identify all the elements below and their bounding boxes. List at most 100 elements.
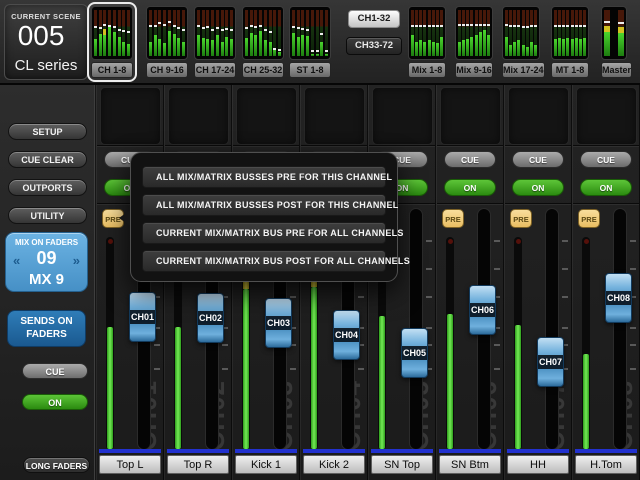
- meter-block-ch-1-8[interactable]: CH 1-8: [87, 2, 137, 82]
- channel-display-panel[interactable]: [168, 87, 229, 145]
- fader-handle[interactable]: CH04: [333, 310, 360, 360]
- popup-item-1[interactable]: ALL MIX/MATRIX BUSSES PRE FOR THIS CHANN…: [142, 166, 386, 188]
- pre-badge[interactable]: PRE: [510, 209, 532, 228]
- channel-display-panel[interactable]: [372, 87, 433, 145]
- meter-bar-fill: [221, 42, 224, 56]
- sidebar-on-button[interactable]: ON: [22, 394, 88, 410]
- meter-block-label[interactable]: CH 9-16: [146, 62, 188, 78]
- pre-badge[interactable]: PRE: [442, 209, 464, 228]
- meter-bar-fill: [94, 39, 97, 56]
- channel-name-label[interactable]: Top L: [99, 455, 161, 474]
- meter-bar: [320, 10, 323, 56]
- meter-block-st-1-8[interactable]: ST 1-8: [285, 2, 335, 82]
- meter-block-ch-17-24[interactable]: CH 17-24: [190, 2, 240, 82]
- meter-bar-fill: [522, 45, 525, 56]
- fader-track[interactable]: [613, 208, 627, 450]
- meter-block-label[interactable]: CH 17-24: [194, 62, 236, 78]
- on-button[interactable]: ON: [512, 179, 564, 196]
- fader-tick: [426, 240, 432, 242]
- sidebar-cue-button[interactable]: CUE: [22, 363, 88, 379]
- meter-block-label[interactable]: CH 1-8: [91, 62, 133, 78]
- channel-meter-fill: [447, 314, 453, 449]
- sidebar-button-utility[interactable]: UTILITY: [8, 207, 87, 224]
- channel-name-label[interactable]: Kick 2: [303, 455, 365, 474]
- next-mix-chevron-icon[interactable]: »: [73, 253, 80, 268]
- fader-track[interactable]: [545, 208, 559, 450]
- meter-block-label[interactable]: Mix 9-16: [455, 62, 493, 78]
- meter-peak-mark: [206, 26, 209, 28]
- stagemix-app: CURRENT SCENE 005 CL series CH 1-8 CH 9-1…: [0, 0, 640, 480]
- channel-name-label[interactable]: SN Top: [371, 455, 433, 474]
- meter-block-label[interactable]: Mix 17-24: [502, 62, 545, 78]
- channel-name-label[interactable]: Kick 1: [235, 455, 297, 474]
- sidebar-button-setup[interactable]: SETUP: [8, 123, 87, 140]
- channel-display-panel[interactable]: [100, 87, 161, 145]
- channel-name-label[interactable]: Top R: [167, 455, 229, 474]
- meter-block-ch-25-32[interactable]: CH 25-32: [238, 2, 288, 82]
- meter-block-label[interactable]: MT 1-8: [551, 62, 589, 78]
- fader-tick: [426, 296, 432, 298]
- current-scene-panel[interactable]: CURRENT SCENE 005 CL series: [4, 4, 88, 80]
- fader-handle[interactable]: CH06: [469, 285, 496, 335]
- fader-handle-label: CH08: [606, 291, 631, 305]
- on-button[interactable]: ON: [444, 179, 496, 196]
- channel-meter-fill: [107, 327, 113, 449]
- cue-button[interactable]: CUE: [444, 151, 496, 168]
- channel-display-panel[interactable]: [576, 87, 637, 145]
- meter-bar-fill: [163, 43, 166, 56]
- meter-peak-mark: [530, 25, 533, 27]
- on-button[interactable]: ON: [580, 179, 632, 196]
- pre-badge[interactable]: PRE: [578, 209, 600, 228]
- fader-handle[interactable]: CH08: [605, 273, 632, 323]
- meter-block-mix-9-16[interactable]: Mix 9-16: [451, 2, 497, 82]
- meter-bar-fill: [168, 31, 171, 56]
- channel-name-label[interactable]: H.Tom: [575, 455, 637, 474]
- meter-block-mix-17-24[interactable]: Mix 17-24: [498, 2, 549, 82]
- meter-peak-mark: [575, 25, 578, 27]
- meter-peak-mark: [127, 31, 130, 33]
- channel-name-label[interactable]: SN Btm: [439, 455, 501, 474]
- meter-block-label[interactable]: Mix 1-8: [408, 62, 446, 78]
- meter-block-ch-9-16[interactable]: CH 9-16: [142, 2, 192, 82]
- meter-display: [91, 6, 133, 60]
- channel-display-panel[interactable]: [440, 87, 501, 145]
- meter-bar-fill: [113, 32, 116, 56]
- sidebar-button-outports[interactable]: OUTPORTS: [8, 179, 87, 196]
- channel-strip-ch07: CUEONPRECH07CH07HH: [504, 85, 572, 480]
- fader-handle[interactable]: CH02: [197, 293, 224, 343]
- channel-name-label[interactable]: HH: [507, 455, 569, 474]
- meter-bar-fill: [230, 39, 233, 56]
- sidebar-button-cue-clear[interactable]: CUE CLEAR: [8, 151, 87, 168]
- meter-peak-mark: [526, 26, 529, 28]
- fader-handle[interactable]: CH03: [265, 298, 292, 348]
- channel-display-panel[interactable]: [508, 87, 569, 145]
- cue-button[interactable]: CUE: [512, 151, 564, 168]
- meter-block-mt-1-8[interactable]: MT 1-8: [547, 2, 593, 82]
- popup-item-4[interactable]: CURRENT MIX/MATRIX BUS POST FOR ALL CHAN…: [142, 250, 386, 272]
- meter-block-label[interactable]: ST 1-8: [289, 62, 331, 78]
- meter-peak-mark: [505, 24, 508, 26]
- meter-block-master[interactable]: Master: [597, 2, 636, 82]
- meter-bar: [245, 10, 248, 56]
- popup-item-3[interactable]: CURRENT MIX/MATRIX BUS PRE FOR ALL CHANN…: [142, 222, 386, 244]
- meter-bar: [202, 10, 205, 56]
- meter-bar-fill: [316, 54, 319, 56]
- bank-ch33-72-button[interactable]: CH33-72: [346, 37, 402, 55]
- long-faders-button[interactable]: LONG FADERS: [23, 457, 90, 473]
- popup-item-2[interactable]: ALL MIX/MATRIX BUSSES POST FOR THIS CHAN…: [142, 194, 386, 216]
- meter-block-label[interactable]: CH 25-32: [242, 62, 284, 78]
- channel-display-panel[interactable]: [304, 87, 365, 145]
- meter-block-mix-1-8[interactable]: Mix 1-8: [404, 2, 450, 82]
- cue-button[interactable]: CUE: [580, 151, 632, 168]
- meter-bar-yellow: [618, 27, 624, 33]
- mix-on-faders-panel[interactable]: MIX ON FADERS « 09 » MX 9: [5, 232, 88, 292]
- fader-handle[interactable]: CH07: [537, 337, 564, 387]
- meter-bar: [436, 10, 439, 56]
- fader-handle[interactable]: CH05: [401, 328, 428, 378]
- channel-display-panel[interactable]: [236, 87, 297, 145]
- bank-ch1-32-button[interactable]: CH1-32: [348, 10, 400, 28]
- meter-peak-mark: [94, 26, 97, 28]
- fader-handle[interactable]: CH01: [129, 292, 156, 342]
- sends-on-faders-button[interactable]: SENDS ON FADERS: [7, 310, 86, 347]
- meter-block-label[interactable]: Master: [601, 62, 632, 78]
